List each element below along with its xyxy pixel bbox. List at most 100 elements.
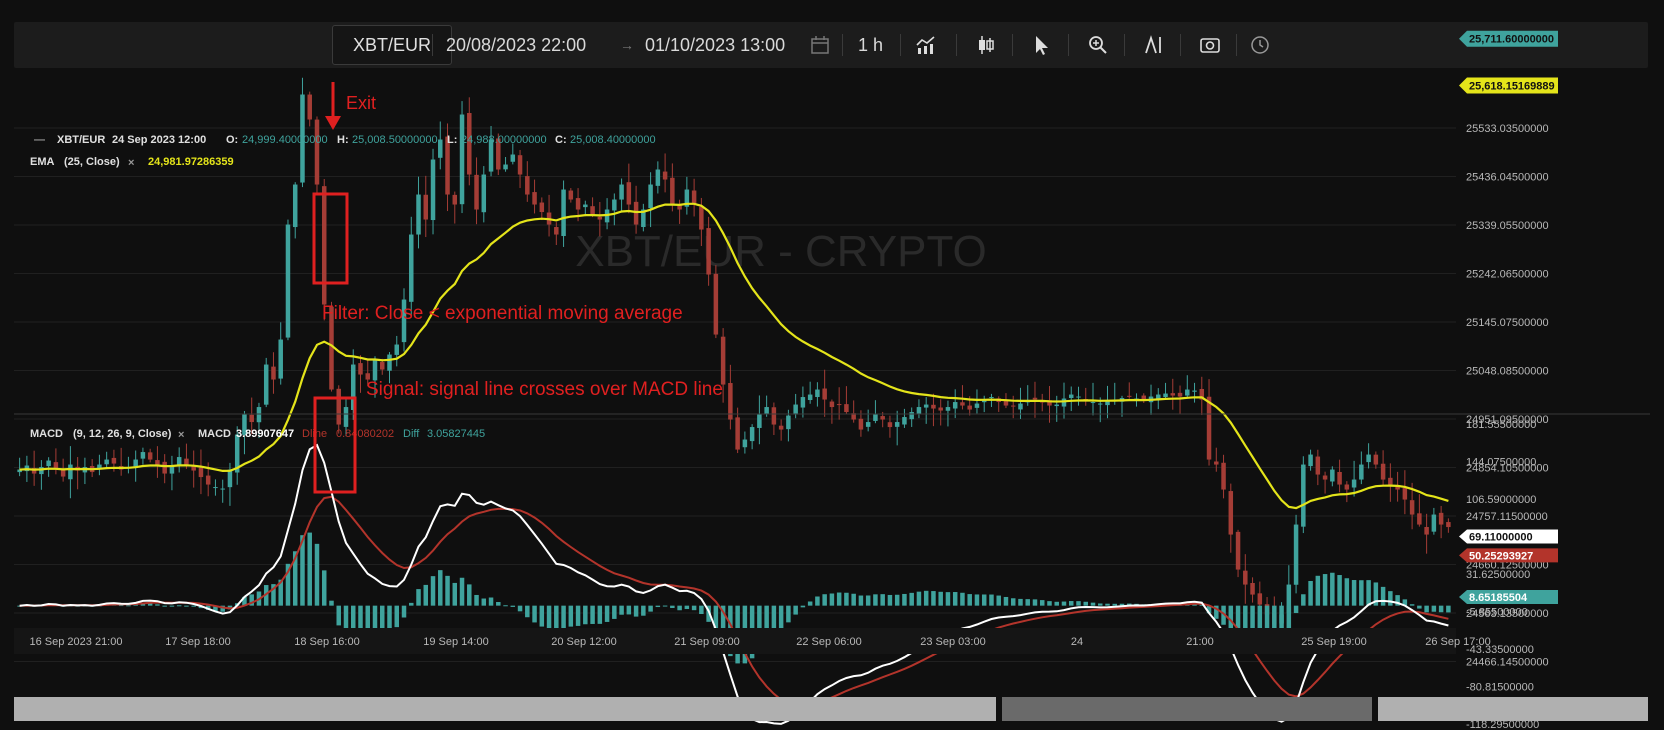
candle-body	[198, 467, 204, 478]
time-tick-label: 22 Sep 06:00	[796, 636, 861, 648]
candle-body	[829, 401, 835, 408]
candle-body	[1417, 513, 1422, 525]
candle-body	[387, 354, 392, 371]
scrollbar-left-track[interactable]	[14, 697, 996, 721]
candle-body	[1250, 583, 1255, 595]
candle-body	[771, 407, 777, 425]
time-axis[interactable]: 16 Sep 2023 21:00 17 Sep 18:00 18 Sep 16:0…	[14, 628, 1491, 654]
candle-body	[633, 201, 639, 225]
histogram-bar	[1112, 603, 1118, 606]
candle-body	[1003, 400, 1009, 406]
diff-label: Diff	[403, 428, 420, 440]
histogram-bar	[155, 604, 160, 606]
candle-body	[104, 459, 109, 465]
histogram-bar	[176, 605, 182, 607]
time-tick-label: 16 Sep 2023 21:00	[30, 636, 123, 648]
candle-body	[1315, 456, 1321, 475]
candle-body	[1163, 393, 1168, 397]
ema-legend-value: 24,981.97286359	[148, 156, 234, 168]
histogram-bar	[626, 605, 632, 615]
candle-body	[757, 414, 762, 428]
candle-body	[706, 228, 711, 275]
macd-tag-label: 8.65185504	[1469, 592, 1528, 604]
histogram-bar	[1090, 602, 1096, 606]
histogram-bar	[416, 589, 421, 606]
legend-open-label: O:	[226, 134, 238, 146]
scrollbar-thumb[interactable]	[1002, 697, 1372, 721]
histogram-bar	[1446, 605, 1451, 613]
macd-remove-icon[interactable]: ×	[178, 429, 184, 441]
macd-tick-label: 31.62500000	[1466, 569, 1530, 581]
macd-value: 3.89907647	[236, 428, 294, 440]
histogram-bar	[923, 590, 929, 606]
histogram-bar	[1301, 594, 1306, 606]
histogram-bar	[865, 595, 871, 606]
histogram-bar	[996, 595, 1001, 606]
histogram-bar	[938, 591, 943, 606]
histogram-bar	[1337, 575, 1342, 606]
price-tick-label: 25339.05500000	[1466, 220, 1549, 232]
candle-body	[481, 174, 487, 213]
scrollbar-right-track[interactable]	[1378, 697, 1648, 721]
time-tick-label: 19 Sep 14:00	[423, 636, 488, 648]
signal-value: 0.84080202	[336, 428, 394, 440]
candle-body	[1098, 403, 1103, 405]
histogram-bar	[474, 594, 479, 606]
histogram-bar	[539, 605, 545, 627]
macd-tag-label: 69.11000000	[1469, 532, 1533, 544]
histogram-bar	[1380, 586, 1386, 606]
candle-body	[1018, 403, 1023, 410]
candle-body	[256, 407, 262, 423]
ema-remove-icon[interactable]: ×	[128, 157, 134, 169]
candle-body	[764, 407, 769, 414]
signal-highlight-box	[313, 396, 357, 494]
histogram-bar	[445, 575, 450, 606]
legend-symbol: XBT/EUR	[57, 134, 105, 146]
histogram-bar	[1010, 598, 1016, 606]
time-scrollbar[interactable]	[14, 697, 1648, 721]
candle-body	[1221, 462, 1226, 490]
candle-body	[394, 344, 400, 355]
histogram-bar	[162, 605, 167, 607]
histogram-bar	[430, 576, 436, 606]
candle-body	[1388, 477, 1393, 485]
histogram-bar	[981, 594, 987, 606]
histogram-bar	[655, 605, 661, 608]
candle-body	[720, 336, 726, 385]
macd-tag-label: 50.25293927	[1469, 550, 1533, 562]
candle-body	[865, 422, 871, 427]
price-tick-label: 25436.04500000	[1466, 172, 1549, 184]
histogram-bar	[887, 594, 893, 606]
legend-dash: —	[34, 134, 45, 146]
macd-tick-label: 144.07500000	[1466, 457, 1536, 469]
candle-body	[597, 216, 603, 220]
histogram-bar	[307, 532, 312, 606]
price-tag-label: 25,618.15169889	[1469, 80, 1555, 92]
histogram-bar	[510, 605, 516, 607]
candle-body	[1185, 389, 1190, 396]
macd-tick-label: 181.55500000	[1466, 419, 1536, 431]
macd-tick-label: 106.59000000	[1466, 494, 1536, 506]
candle-body	[836, 404, 842, 406]
histogram-bar	[684, 605, 690, 610]
ema-legend-name: EMA	[30, 156, 55, 168]
histogram-bar	[974, 594, 980, 606]
candle-body	[1424, 526, 1429, 535]
histogram-bar	[532, 605, 537, 623]
chart-area[interactable]: XBT/EUR - CRYPTO 25533.03500000 25436.045…	[0, 0, 1664, 730]
legend-high-label: H:	[337, 134, 349, 146]
histogram-bar	[670, 605, 675, 609]
candle-body	[438, 139, 443, 158]
macd-tag: 69.11000000	[1459, 529, 1558, 544]
candle-body	[430, 159, 436, 221]
histogram-bar	[1025, 599, 1030, 606]
price-tick-label: 25533.03500000	[1466, 123, 1549, 135]
candle-body	[887, 422, 893, 428]
histogram-bar	[931, 591, 936, 606]
candle-body	[1431, 514, 1437, 532]
candle-body	[205, 475, 211, 485]
histogram-bar	[604, 605, 610, 622]
histogram-bar	[1366, 580, 1371, 606]
filter-annotation: Filter: Close < exponential moving avera…	[322, 303, 683, 324]
histogram-bar	[496, 602, 501, 606]
